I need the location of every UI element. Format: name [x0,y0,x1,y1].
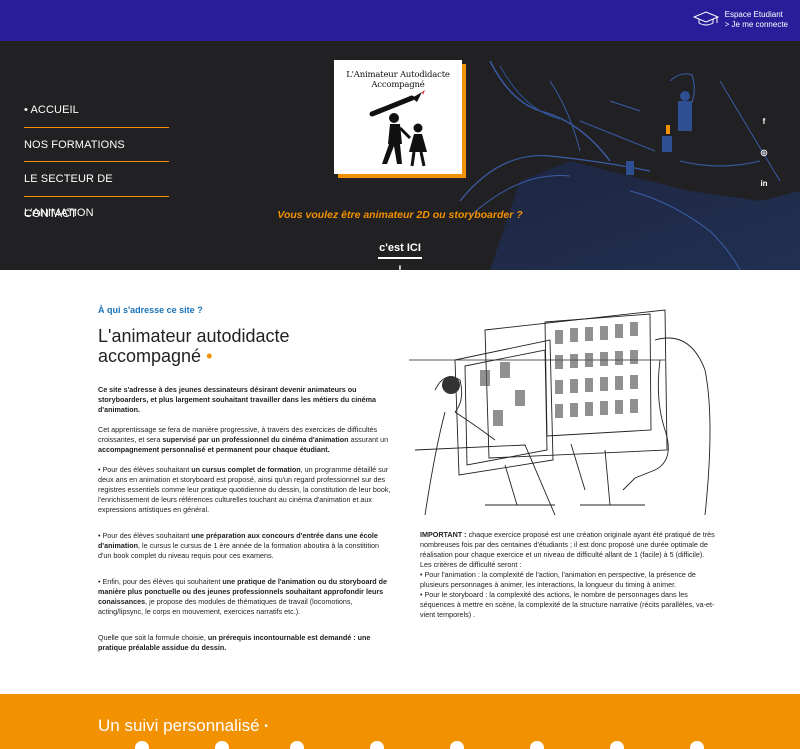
decorative-dot [530,741,544,749]
graduation-cap-icon [692,11,719,26]
section-title: L'animateur autodidacte accompagné • [98,326,348,366]
site-logo[interactable]: L'Animateur Autodidacte Accompagné [334,60,462,174]
text-span: , le cursus le cursus de 1 ère année de … [98,541,379,560]
text-span: • Pour des élèves souhaitant [98,531,192,540]
hero-tagline: Vous voulez être animateur 2D ou storybo… [277,209,523,221]
cta-button[interactable]: c'est ICI ! [378,237,422,270]
hero-section: L'Animateur Autodidacte Accompagné • ACC… [0,41,800,270]
logo-silhouette-image [369,90,427,167]
paragraph-modules: • Enfin, pour des élèves qui souhaitent … [98,577,393,617]
intro-paragraph: Ce site s'adresse à des jeunes dessinate… [98,385,393,415]
login-link[interactable]: > Je me connecte [725,20,788,30]
student-space-label: Espace Etudiant [724,10,783,19]
paragraph-concours: • Pour des élèves souhaitant une prépara… [98,531,393,561]
bold-span: accompagnement personnalisé et permanent… [98,445,330,454]
important-note: IMPORTANT : chaque exercice proposé est … [420,530,716,620]
linkedin-icon[interactable]: in [750,179,778,210]
paragraph-prerequis: Quelle que soit la formule choisie, un p… [98,633,393,653]
nav-item-secteur[interactable]: LE SECTEUR DE L'ANIMATION [24,162,169,219]
title-dot: • [206,346,213,366]
important-bullet-animation: • Pour l'animation : la complexité de l'… [420,570,696,589]
followup-title-text: Un suivi personnalisé [98,716,260,735]
intro-text-column: Ce site s'adresse à des jeunes dessinate… [98,385,393,663]
text-span: • Enfin, pour des élèves qui souhaitent [98,577,223,586]
text-span: Quelle que soit la formule choisie, [98,633,208,642]
top-band: Espace Etudiant > Je me connecte [0,0,800,41]
nav-item-accueil[interactable]: • ACCUEIL [24,93,169,128]
main-nav: • ACCUEIL NOS FORMATIONS LE SECTEUR DE L… [24,93,169,231]
bold-span: supervisé par un professionnel du cinéma… [162,435,349,444]
student-space-link[interactable]: Espace Etudiant > Je me connecte [692,10,788,30]
decorative-dot [690,741,704,749]
nav-item-formations[interactable]: NOS FORMATIONS [24,128,169,162]
hero-background-illustration [430,41,800,270]
important-bullet-storyboard: • Pour le storyboard : la complexité des… [420,590,715,619]
bold-span: un cursus complet de formation [191,465,301,474]
nav-item-contact[interactable]: CONTACT [24,197,169,232]
decorative-dot [610,741,624,749]
animator-illustration [409,309,711,515]
decorative-dot [215,741,229,749]
important-label: IMPORTANT : [420,530,467,539]
important-paragraph: IMPORTANT : chaque exercice proposé est … [420,530,716,570]
paragraph-apprentissage: Cet apprentissage se fera de manière pro… [98,425,393,455]
decorative-dot [450,741,464,749]
section-eyebrow: À qui s'adresse ce site ? [98,305,203,315]
followup-section: Un suivi personnalisé • [0,694,800,749]
decorative-dot [135,741,149,749]
instagram-icon[interactable]: ◎ [750,148,778,179]
section-title-text: L'animateur autodidacte accompagné [98,326,290,366]
facebook-icon[interactable]: f [750,117,778,148]
social-links: f ◎ in [750,117,778,210]
intro-bold-text: Ce site s'adresse à des jeunes dessinate… [98,385,377,414]
decorative-dot [370,741,384,749]
decorative-dot [290,741,304,749]
paragraph-cursus: • Pour des élèves souhaitant un cursus c… [98,465,393,515]
text-span: assurant un [348,435,389,444]
followup-dot: • [264,721,268,733]
followup-title: Un suivi personnalisé • [98,716,268,736]
text-span: • Pour des élèves souhaitant [98,465,192,474]
